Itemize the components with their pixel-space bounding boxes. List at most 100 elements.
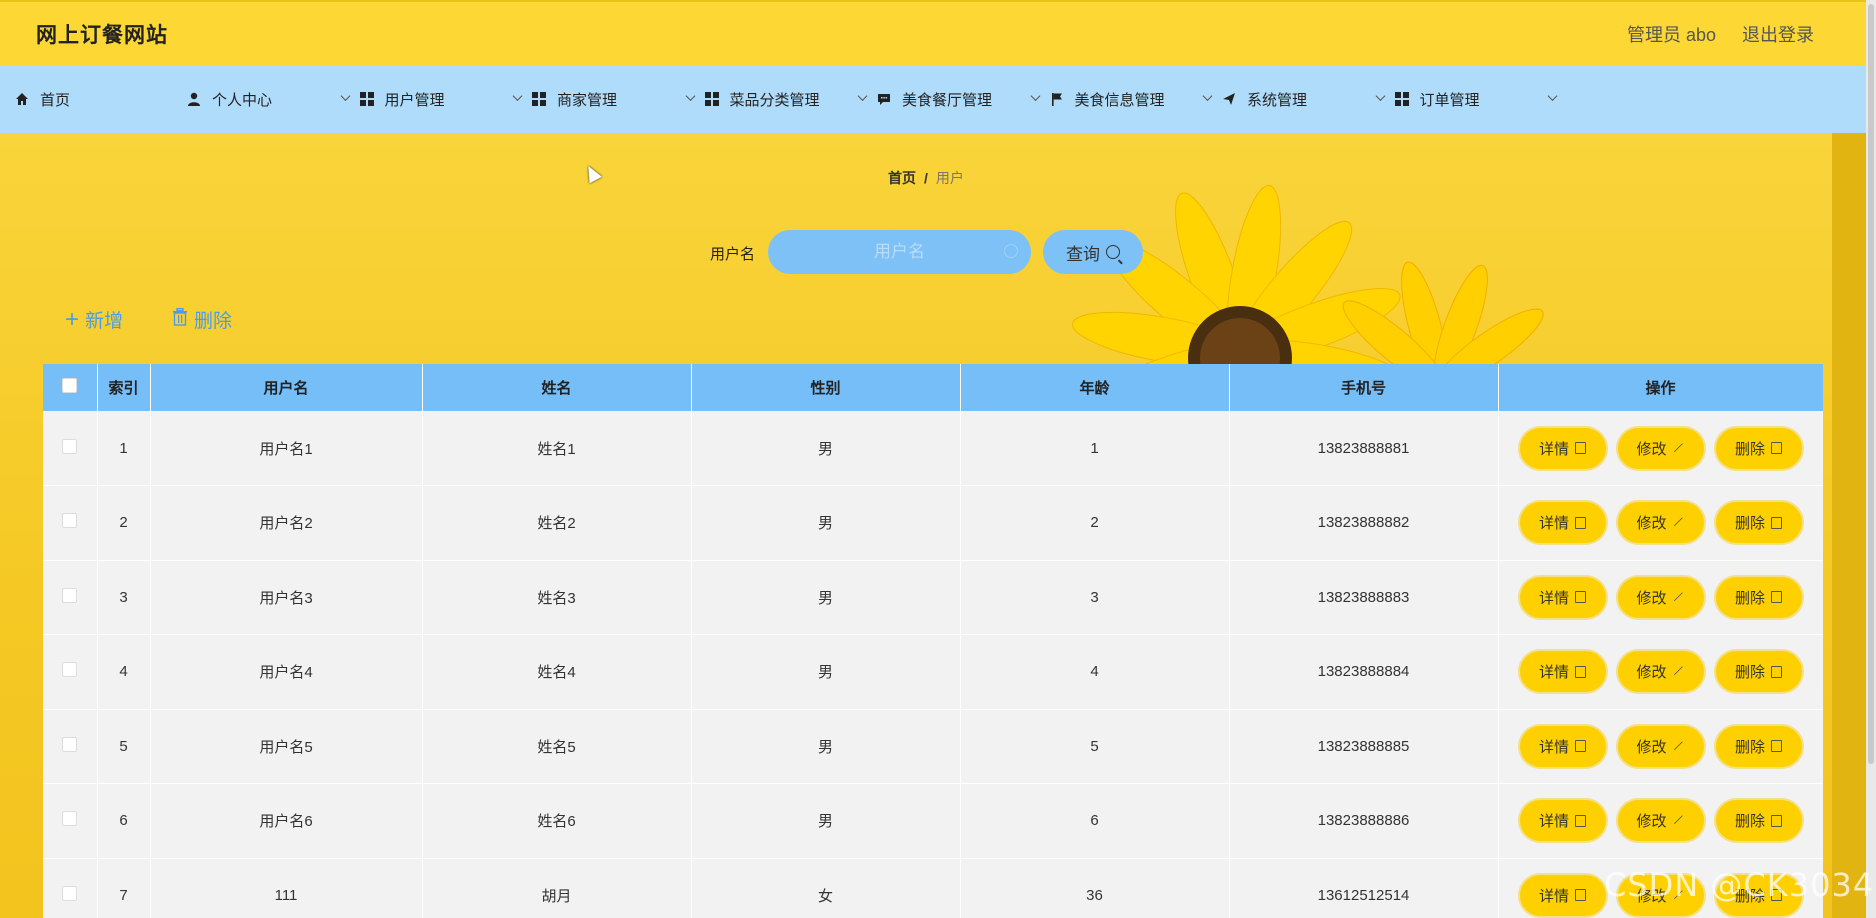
search-icon (1106, 245, 1120, 259)
bulk-delete-button[interactable]: 删除 (172, 306, 232, 333)
flag-icon (1049, 91, 1065, 107)
detail-button[interactable]: 详情 (1519, 502, 1606, 544)
chat-icon (876, 91, 892, 107)
pencil-icon (1673, 591, 1684, 603)
nav-item-order-management[interactable]: 订单管理 (1394, 65, 1567, 133)
document-icon (1575, 889, 1586, 902)
vertical-scrollbar[interactable] (1866, 0, 1876, 918)
edit-button-label: 修改 (1636, 515, 1667, 533)
gender-cell: 女 (691, 858, 961, 918)
nav-label: 美食信息管理 (1074, 91, 1165, 109)
nav-label: 首页 (40, 91, 71, 109)
nav-item-personal-center[interactable]: 个人中心 (186, 65, 359, 133)
pencil-icon (1673, 442, 1684, 454)
column-header-username: 用户名 (150, 364, 423, 411)
index-cell: 4 (97, 634, 151, 710)
name-cell: 姓名6 (422, 783, 692, 859)
edit-button-label: 修改 (1636, 738, 1667, 756)
row-actions: 详情 修改 删除 (1499, 502, 1823, 544)
nav-label: 用户管理 (384, 91, 445, 109)
delete-button[interactable]: 删除 (1715, 800, 1802, 842)
nav-item-dish-category-management[interactable]: 菜品分类管理 (704, 65, 877, 133)
document-icon (1575, 814, 1586, 827)
name-cell: 姓名5 (422, 709, 692, 784)
actions-cell: 详情 修改 删除 (1498, 411, 1823, 486)
detail-button-label: 详情 (1538, 515, 1569, 533)
username-cell: 用户名5 (150, 709, 423, 784)
delete-button-label: 删除 (1734, 589, 1765, 607)
breadcrumb-current: 用户 (935, 170, 964, 186)
right-edge-band (1832, 133, 1866, 918)
nav-item-restaurant-management[interactable]: 美食餐厅管理 (876, 65, 1049, 133)
checkbox-cell (43, 783, 98, 859)
nav-item-home[interactable]: 首页 (14, 65, 186, 133)
nav-item-system-management[interactable]: 系统管理 (1221, 65, 1394, 133)
delete-button[interactable]: 删除 (1715, 502, 1802, 544)
row-checkbox[interactable] (62, 513, 78, 529)
document-icon (1575, 665, 1586, 678)
edit-button-label: 修改 (1636, 589, 1667, 607)
checkbox-cell (43, 709, 98, 784)
select-all-cell (43, 364, 98, 411)
chevron-down-icon (685, 91, 695, 101)
query-button[interactable]: 查询 (1043, 230, 1143, 274)
user-icon (186, 91, 202, 107)
edit-button[interactable]: 修改 (1617, 502, 1704, 544)
nav-item-food-info-management[interactable]: 美食信息管理 (1049, 65, 1222, 133)
table-header-row: 索引 用户名 姓名 性别 年龄 手机号 操作 (43, 364, 1823, 411)
row-checkbox[interactable] (62, 587, 78, 603)
search-icon (1004, 244, 1018, 258)
nav-label: 商家管理 (557, 91, 618, 109)
edit-button[interactable]: 修改 (1617, 427, 1704, 469)
pencil-icon (1673, 740, 1684, 752)
edit-button[interactable]: 修改 (1617, 800, 1704, 842)
phone-cell: 13612512514 (1229, 858, 1499, 918)
username-search-input[interactable] (768, 230, 1031, 274)
delete-button[interactable]: 删除 (1715, 427, 1802, 469)
chevron-down-icon (1375, 91, 1385, 101)
delete-button[interactable]: 删除 (1715, 725, 1802, 767)
index-cell: 1 (97, 411, 151, 486)
watermark: CSDN @CK3034 (1604, 866, 1875, 904)
actions-cell: 详情 修改 删除 (1498, 783, 1823, 859)
breadcrumb-home[interactable]: 首页 (888, 170, 916, 186)
detail-button[interactable]: 详情 (1519, 651, 1606, 693)
actions-cell: 详情 修改 删除 (1498, 709, 1823, 784)
checkbox-cell (43, 411, 98, 486)
scrollbar-thumb[interactable] (1868, 4, 1874, 764)
age-cell: 5 (960, 709, 1230, 784)
add-button[interactable]: + 新增 (65, 306, 123, 333)
row-checkbox[interactable] (62, 736, 78, 752)
edit-button[interactable]: 修改 (1617, 725, 1704, 767)
document-icon (1575, 740, 1586, 753)
edit-button[interactable]: 修改 (1617, 576, 1704, 618)
row-actions: 详情 修改 删除 (1499, 427, 1823, 469)
detail-button[interactable]: 详情 (1519, 800, 1606, 842)
row-checkbox[interactable] (62, 662, 78, 678)
phone-cell: 13823888881 (1229, 411, 1499, 486)
actions-cell: 详情 修改 删除 (1498, 634, 1823, 710)
logout-link[interactable]: 退出登录 (1742, 21, 1814, 47)
trash-icon (1771, 740, 1782, 753)
trash-icon (1771, 516, 1782, 529)
table-row: 7 111 胡月女 36 13612512514 详情 修改 删除 (43, 858, 1823, 918)
row-checkbox[interactable] (62, 438, 78, 454)
edit-button[interactable]: 修改 (1617, 651, 1704, 693)
chevron-down-icon (340, 91, 350, 101)
trash-icon (172, 307, 188, 332)
detail-button[interactable]: 详情 (1519, 576, 1606, 618)
gender-cell: 男 (691, 485, 961, 561)
select-all-checkbox[interactable] (62, 378, 78, 393)
phone-cell: 13823888884 (1229, 634, 1499, 710)
detail-button-label: 详情 (1538, 887, 1569, 905)
row-checkbox[interactable] (62, 885, 78, 901)
row-checkbox[interactable] (62, 811, 78, 827)
delete-button[interactable]: 删除 (1715, 651, 1802, 693)
admin-label[interactable]: 管理员 abo (1627, 21, 1716, 47)
nav-item-merchant-management[interactable]: 商家管理 (531, 65, 704, 133)
delete-button[interactable]: 删除 (1715, 576, 1802, 618)
detail-button[interactable]: 详情 (1519, 725, 1606, 767)
detail-button[interactable]: 详情 (1519, 427, 1606, 469)
nav-item-user-management[interactable]: 用户管理 (359, 65, 532, 133)
detail-button[interactable]: 详情 (1519, 874, 1606, 916)
